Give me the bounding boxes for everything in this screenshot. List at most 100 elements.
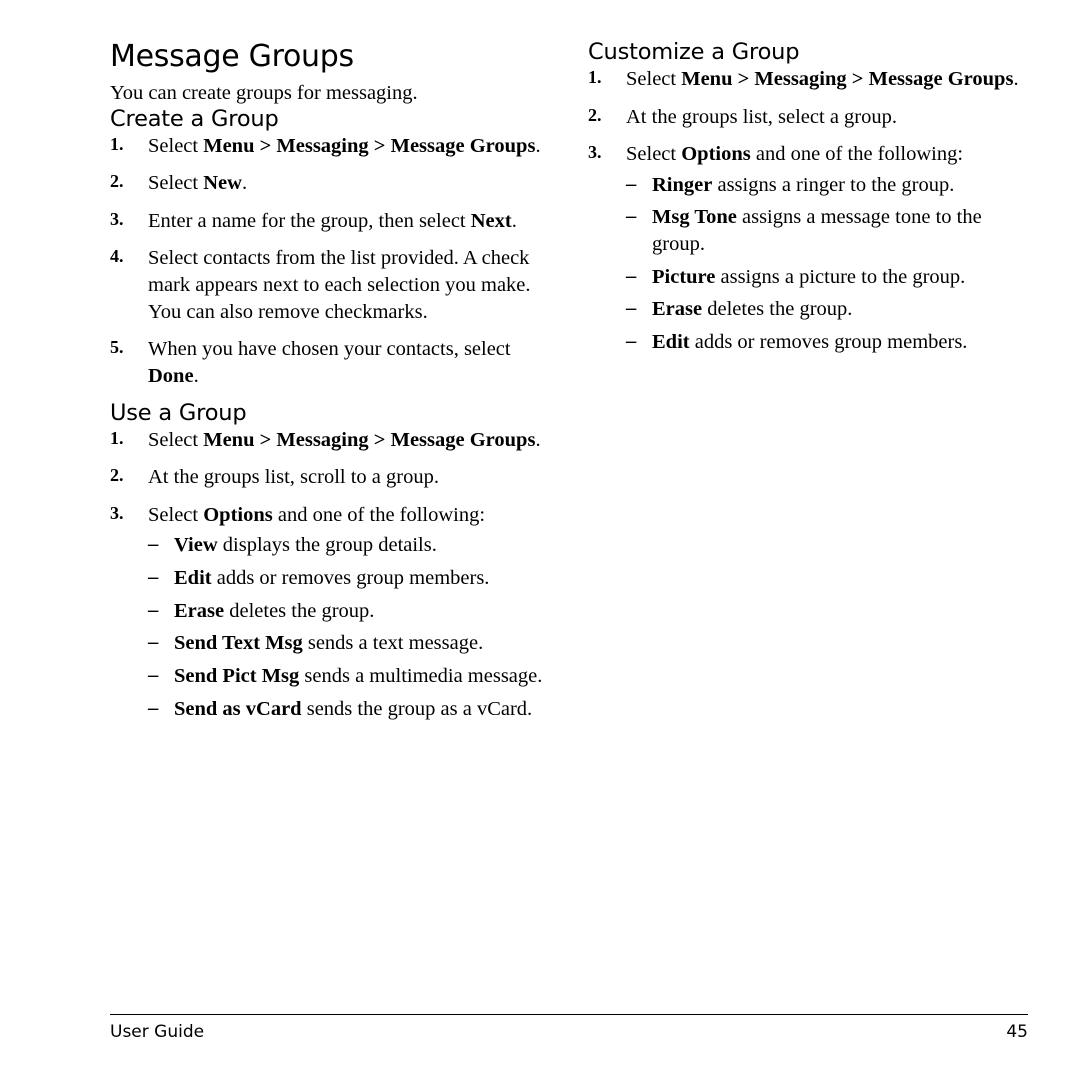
body-text: At the groups list, select a group.: [626, 105, 898, 128]
body-text: Select: [626, 143, 682, 166]
body-text: Select: [148, 503, 204, 526]
section-heading: Use a Group: [110, 399, 247, 426]
body-text: At the groups list, scroll to a group.: [148, 466, 439, 489]
option-list: – Ringer assigns a ringer to the group. – M…: [626, 172, 1028, 356]
option-text: Send Text Msg sends a text message.: [174, 632, 483, 654]
step-text: Enter a name for the group, then select …: [148, 210, 517, 232]
dash-bullet-icon: –: [148, 598, 159, 621]
step-number: 2.: [588, 104, 602, 125]
body-text: adds or removes group members.: [689, 331, 968, 353]
body-text: deletes the group.: [702, 298, 853, 321]
body-text: assigns a picture to the group.: [715, 265, 966, 288]
step-text: When you have chosen your contacts, sele…: [148, 338, 511, 387]
option-item: – Erase deletes the group.: [148, 598, 550, 625]
step-number: 3.: [588, 142, 602, 163]
body-text: sends a multimedia message.: [299, 664, 543, 687]
emphasis-text: Menu: [203, 428, 255, 451]
emphasis-text: Ringer: [652, 173, 713, 196]
emphasis-text: Messaging: [276, 428, 369, 451]
step-item: 5. When you have chosen your contacts, se…: [110, 336, 550, 389]
dash-bullet-icon: –: [626, 264, 637, 287]
step-number: 3.: [110, 502, 124, 523]
body-text: Select: [148, 134, 204, 157]
step-item: 3. Enter a name for the group, then selec…: [110, 208, 550, 235]
dash-bullet-icon: –: [148, 631, 159, 654]
option-item: – Edit adds or removes group members.: [626, 329, 1028, 356]
emphasis-text: Message Groups: [868, 67, 1014, 90]
section-heading: Customize a Group: [588, 39, 800, 65]
emphasis-text: View: [174, 534, 218, 557]
step-list: 1. Select Menu > Messaging > Message Grou…: [588, 66, 1028, 356]
option-text: Erase deletes the group.: [174, 600, 374, 622]
body-text: sends a text message.: [302, 632, 484, 655]
body-text: .: [511, 209, 517, 232]
option-text: Picture assigns a picture to the group.: [652, 266, 965, 288]
step-item: 1. Select Menu > Messaging > Message Grou…: [110, 427, 550, 454]
body-text: adds or removes group members.: [211, 567, 490, 590]
emphasis-text: Messaging: [276, 134, 369, 157]
emphasis-text: Edit: [174, 567, 212, 590]
dash-bullet-icon: –: [148, 663, 159, 686]
option-text: View displays the group details.: [174, 534, 437, 556]
step-text: Select Menu > Messaging > Message Groups…: [626, 68, 1019, 90]
section-heading: Create a Group: [110, 105, 279, 132]
body-text: Select contacts from the list provided. …: [148, 247, 531, 323]
emphasis-text: New: [203, 172, 242, 195]
body-text: sends the group as a vCard.: [301, 697, 533, 720]
option-item: – Erase deletes the group.: [626, 296, 1028, 323]
dash-bullet-icon: –: [148, 533, 159, 556]
right-sections: Customize a Group 1. Select Menu > Messagi…: [588, 39, 1028, 356]
body-text: .: [193, 364, 199, 387]
step-text: Select Options and one of the following:: [626, 143, 963, 165]
body-text: and one of the following:: [750, 143, 964, 166]
step-number: 5.: [110, 337, 124, 358]
step-text: At the groups list, select a group.: [626, 106, 897, 128]
step-item: 3. Select Options and one of the followin…: [110, 502, 550, 722]
step-number: 4.: [110, 246, 124, 267]
emphasis-text: Done: [148, 364, 194, 387]
emphasis-text: Menu: [681, 67, 733, 90]
option-item: – Picture assigns a picture to the group.: [626, 264, 1028, 291]
step-item: 2. Select New.: [110, 170, 550, 197]
step-text: Select Menu > Messaging > Message Groups…: [148, 135, 541, 157]
step-number: 2.: [110, 171, 124, 192]
dash-bullet-icon: –: [626, 330, 637, 352]
body-text: Select: [148, 428, 204, 451]
body-text: .: [241, 172, 248, 195]
option-text: Send Pict Msg sends a multimedia message…: [174, 665, 542, 687]
option-item: – Edit adds or removes group members.: [148, 565, 550, 592]
page-title: Message Groups: [110, 39, 354, 74]
emphasis-text: Msg Tone: [652, 206, 737, 229]
option-item: – Ringer assigns a ringer to the group.: [626, 172, 1028, 199]
step-number: 1.: [110, 133, 124, 154]
dash-bullet-icon: –: [626, 172, 637, 195]
option-item: – Send as vCard sends the group as a vCar…: [148, 696, 550, 723]
step-item: 1. Select Menu > Messaging > Message Grou…: [110, 133, 550, 160]
emphasis-text: Erase: [174, 599, 225, 622]
emphasis-text: Edit: [652, 331, 690, 353]
step-list: 1. Select Menu > Messaging > Message Grou…: [110, 427, 550, 723]
body-text: assigns a ringer to the group.: [712, 173, 955, 196]
emphasis-text: Options: [681, 143, 751, 166]
step-text: Select Menu > Messaging > Message Groups…: [148, 429, 541, 451]
emphasis-text: Send Text Msg: [174, 632, 303, 655]
emphasis-text: >: [254, 428, 277, 451]
emphasis-text: Erase: [652, 298, 703, 321]
emphasis-text: Picture: [652, 265, 716, 288]
footer-label: User Guide: [110, 1022, 205, 1042]
body-text: .: [535, 134, 541, 157]
step-item: 3. Select Options and one of the followin…: [588, 141, 1028, 355]
step-number: 1.: [110, 427, 124, 448]
emphasis-text: Options: [203, 503, 273, 526]
option-text: Edit adds or removes group members.: [174, 567, 489, 589]
step-item: 2. At the groups list, select a group.: [588, 104, 1028, 131]
body-text: .: [1013, 67, 1019, 90]
option-text: Msg Tone assigns a message tone to the g…: [652, 206, 982, 255]
emphasis-text: Send Pict Msg: [174, 664, 300, 687]
option-list: – View displays the group details. – Edit a…: [148, 532, 550, 722]
emphasis-text: >: [254, 134, 277, 157]
emphasis-text: Menu: [203, 134, 255, 157]
left-column: Message Groups You can create groups for…: [110, 40, 550, 733]
emphasis-text: >: [368, 134, 391, 157]
emphasis-text: >: [732, 67, 755, 90]
